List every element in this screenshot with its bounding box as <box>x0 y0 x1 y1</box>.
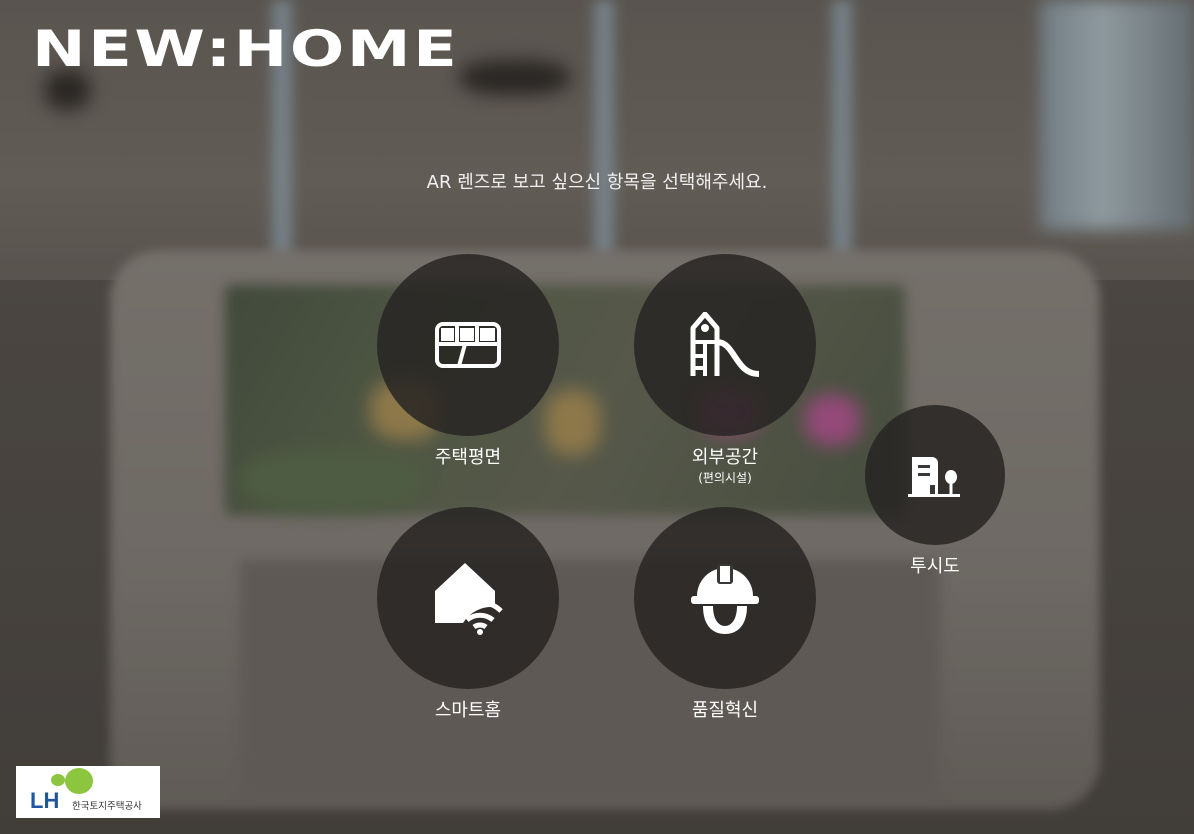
menu-button-housing-floorplan[interactable]: 주택평면 <box>377 254 559 468</box>
menu-label: 외부공간 <box>691 447 759 468</box>
smart-home-wifi-icon <box>435 563 503 635</box>
selection-prompt: AR 렌즈로 보고 싶으신 항목을 선택해주세요. <box>426 172 768 193</box>
hard-hat-icon <box>691 564 759 634</box>
menu-button-outdoor-space[interactable]: 외부공간 (편의시설) <box>634 254 816 485</box>
lh-wordmark: LH <box>30 788 60 813</box>
newhome-logo: NEW:HOME <box>32 20 460 78</box>
building-tree-icon <box>908 457 960 497</box>
lh-org-name: 한국토지주택공사 <box>72 801 142 812</box>
playground-slide-icon <box>690 312 760 377</box>
menu-button-perspective-view[interactable]: 투시도 <box>865 405 1005 577</box>
menu-button-quality-innovation[interactable]: 품질혁신 <box>634 507 816 721</box>
menu-sublabel: (편의시설) <box>698 471 752 485</box>
floorplan-icon <box>435 322 501 368</box>
menu-label: 주택평면 <box>434 447 502 468</box>
lh-logo: LH 한국토지주택공사 <box>16 766 160 818</box>
menu-button-smart-home[interactable]: 스마트홈 <box>377 507 559 721</box>
menu-label: 투시도 <box>910 556 960 577</box>
background-photo <box>0 0 1194 834</box>
menu-label: 스마트홈 <box>434 700 502 721</box>
menu-label: 품질혁신 <box>691 700 759 721</box>
